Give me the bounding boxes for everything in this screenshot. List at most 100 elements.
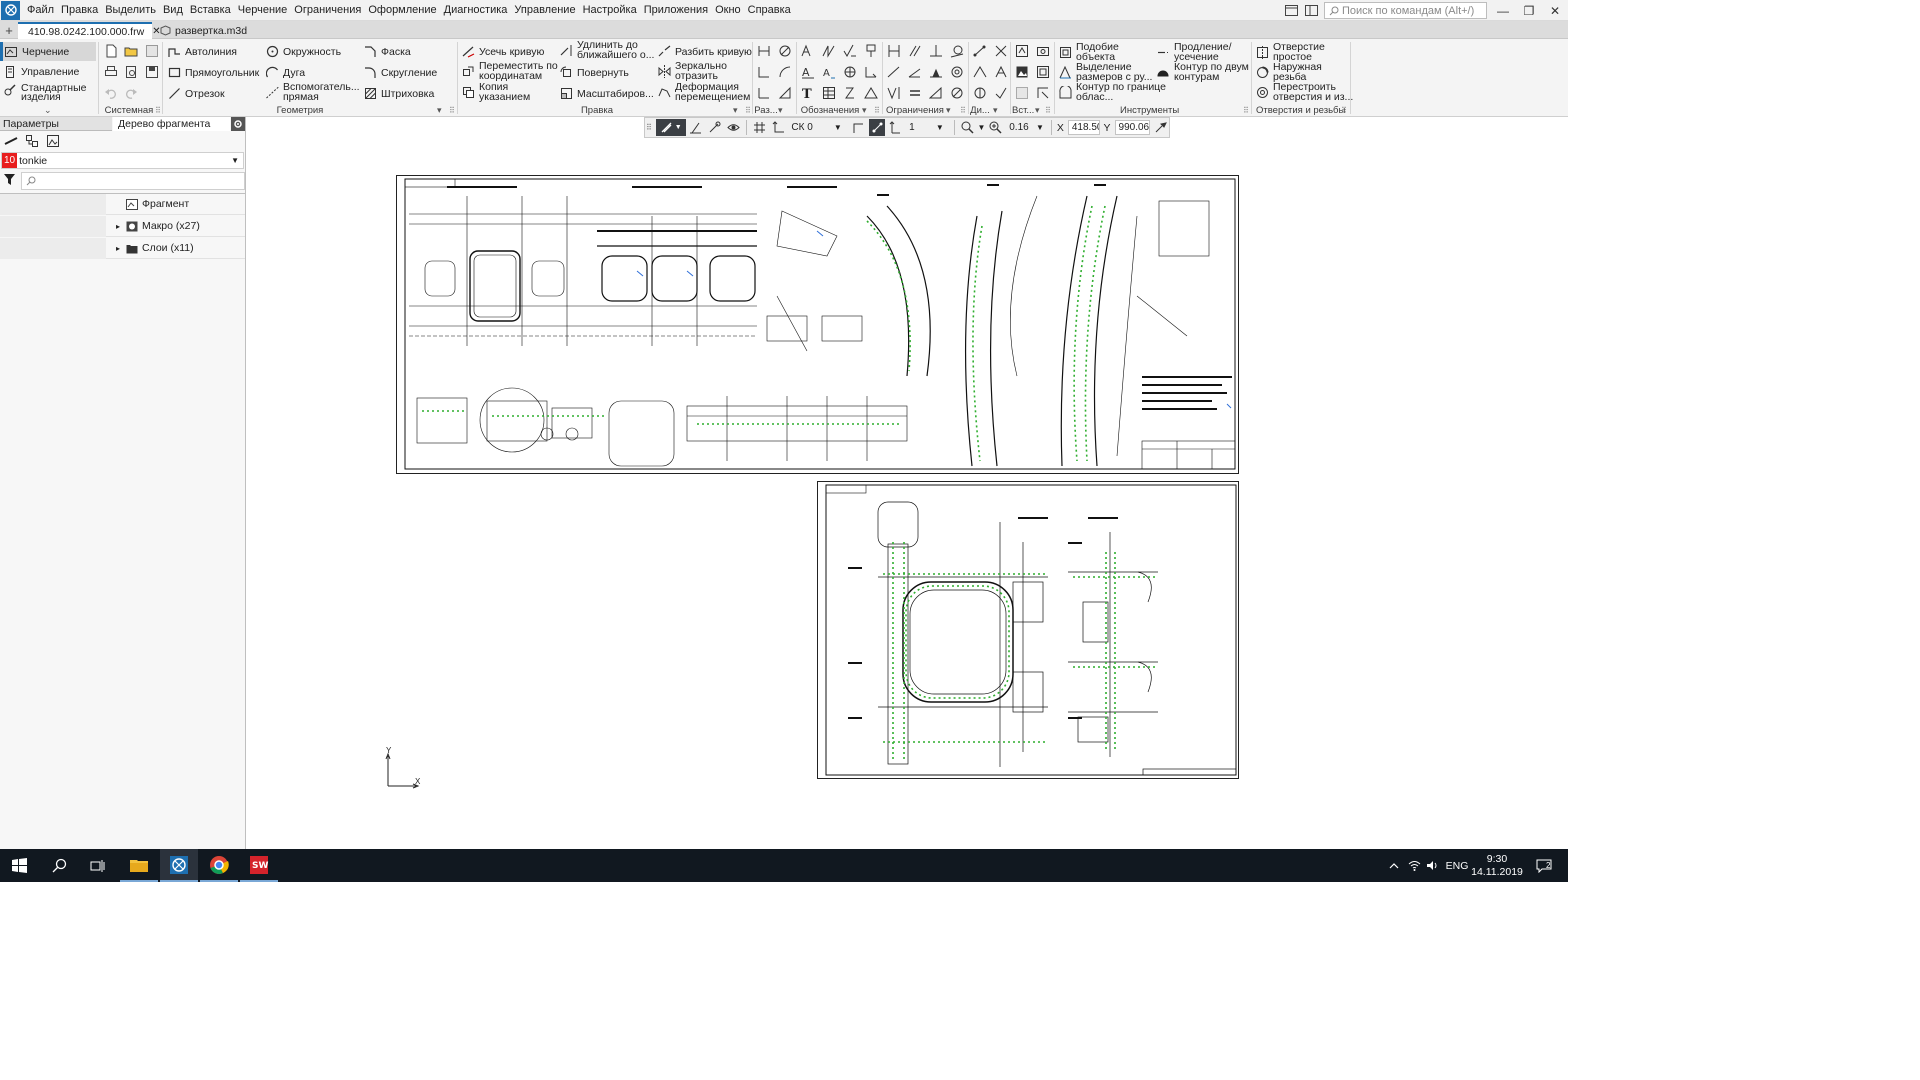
new-tab-plus-icon[interactable]: +: [2, 23, 16, 38]
layout-split-icon[interactable]: [1298, 0, 1324, 21]
tree-row[interactable]: Фрагмент: [0, 193, 245, 215]
command-search-input[interactable]: Поиск по командам (Alt+/): [1324, 2, 1487, 19]
zoom-field[interactable]: 0.16: [1006, 120, 1034, 135]
group-expand-icon[interactable]: ▾: [1035, 105, 1040, 116]
zoom-icon[interactable]: [987, 119, 1004, 136]
notifications-icon[interactable]: 2: [1532, 849, 1556, 882]
group-expand-icon[interactable]: ▾: [437, 105, 442, 116]
tree-preview-icon[interactable]: [45, 133, 60, 148]
mirror-button[interactable]: Зеркально отразить: [658, 61, 731, 81]
mode-drawing[interactable]: Черчение: [0, 42, 96, 61]
arc-button[interactable]: Дуга: [266, 66, 305, 79]
concentric-icon[interactable]: [949, 64, 964, 79]
copy-button[interactable]: Копия указанием: [462, 82, 549, 102]
group-grip-icon[interactable]: ⠿: [874, 106, 880, 115]
menu-applications[interactable]: Приложения: [643, 0, 714, 21]
ortho-icon[interactable]: [688, 119, 705, 136]
chevron-down-icon[interactable]: ▼: [1036, 123, 1044, 132]
snap-mode-icon[interactable]: ▼: [655, 119, 686, 136]
section-icon[interactable]: [842, 64, 857, 79]
coordinate-system-icon[interactable]: [770, 119, 787, 136]
group-expand-icon[interactable]: ▾: [993, 105, 998, 116]
group-grip-icon[interactable]: ⠿: [1341, 106, 1347, 115]
menu-edit[interactable]: Правка: [60, 0, 104, 21]
clock[interactable]: 9:30 14.11.2019: [1471, 849, 1523, 882]
explorer-folder-icon[interactable]: [120, 849, 158, 882]
windows-start-icon[interactable]: [0, 849, 38, 882]
y-coordinate-field[interactable]: 990.06: [1114, 120, 1151, 135]
menu-constraints[interactable]: Ограничения: [293, 0, 367, 21]
group-expand-icon[interactable]: ▾: [862, 105, 867, 116]
contour-two-button[interactable]: Контур по двум контурам: [1157, 62, 1254, 82]
move-coords-button[interactable]: Переместить по координатам: [462, 61, 569, 81]
table-icon[interactable]: [821, 85, 836, 100]
segment-button[interactable]: Отрезок: [168, 87, 225, 100]
show-hide-eye-icon[interactable]: [725, 119, 742, 136]
rebuild-holes-button[interactable]: Перестроить отверстия и из...: [1256, 82, 1357, 102]
hatch-button[interactable]: Штриховка: [364, 87, 434, 100]
print-icon[interactable]: [103, 64, 118, 79]
height-dim-icon[interactable]: [777, 85, 792, 100]
language-indicator[interactable]: ENG: [1445, 849, 1469, 882]
angle-constraint-icon[interactable]: [907, 64, 922, 79]
zoom-window-icon[interactable]: [959, 119, 976, 136]
menu-design[interactable]: Оформление: [367, 0, 442, 21]
insert-object-icon[interactable]: [1035, 64, 1050, 79]
text-a-underline-icon[interactable]: A: [821, 64, 836, 79]
tab-fragment-tree[interactable]: Дерево фрагмента: [113, 117, 230, 131]
group-grip-icon[interactable]: ⠿: [449, 106, 455, 115]
contour-boundary-button[interactable]: Контур по границе облас...: [1059, 82, 1168, 102]
kompas-logo-icon[interactable]: [1, 0, 20, 20]
step-icon[interactable]: [887, 119, 904, 136]
linear-dim-icon[interactable]: [756, 43, 771, 58]
measure-distance-icon[interactable]: [972, 43, 987, 58]
deform-button[interactable]: Деформация перемещением: [658, 82, 757, 102]
fix-point-icon[interactable]: [886, 43, 901, 58]
menu-select[interactable]: Выделить: [104, 0, 162, 21]
open-folder-icon[interactable]: [123, 43, 138, 58]
arc-dim-icon[interactable]: [777, 64, 792, 79]
insert-link-icon[interactable]: [1014, 85, 1029, 100]
solidworks-icon[interactable]: SW: [240, 849, 278, 882]
search-icon[interactable]: [40, 849, 78, 882]
close-icon[interactable]: ✕: [1542, 0, 1568, 21]
tree-search-input[interactable]: [21, 172, 245, 190]
rotate-button[interactable]: Повернуть: [560, 66, 629, 79]
expand-modes-icon[interactable]: ⌄: [44, 105, 52, 116]
menu-window[interactable]: Окно: [714, 0, 747, 21]
fix-icon[interactable]: [928, 64, 943, 79]
select-dims-button[interactable]: Выделение размеров с ру...: [1059, 62, 1168, 82]
tab-frw[interactable]: 410.98.0242.100.000.frw ✕: [18, 22, 161, 39]
mode-standard-parts[interactable]: Стандартные изделия: [0, 82, 96, 106]
tree-row[interactable]: ▸ Слои (x11): [0, 237, 245, 259]
symmetry-icon[interactable]: [886, 85, 901, 100]
group-grip-icon[interactable]: ⠿: [1045, 106, 1051, 115]
weld-icon[interactable]: [842, 85, 857, 100]
redo-icon[interactable]: [123, 85, 138, 100]
mode-management[interactable]: Управление: [0, 62, 96, 81]
leader-icon[interactable]: [800, 43, 815, 58]
mass-props-icon[interactable]: [972, 85, 987, 100]
preview-icon[interactable]: [123, 64, 138, 79]
network-icon[interactable]: [1406, 849, 1422, 882]
menu-file[interactable]: Файл: [26, 0, 60, 21]
menu-diagnostics[interactable]: Диагностика: [443, 0, 514, 21]
mark-icon[interactable]: [863, 85, 878, 100]
radial-dim-icon[interactable]: [756, 64, 771, 79]
check-icon[interactable]: [993, 85, 1008, 100]
split-curve-button[interactable]: Разбить кривую: [658, 45, 752, 58]
drawing-sheet-main[interactable]: [396, 175, 1239, 474]
trim-curve-button[interactable]: Усечь кривую: [462, 45, 544, 58]
simple-hole-button[interactable]: Отверстие простое: [1256, 42, 1343, 62]
volume-icon[interactable]: [1424, 849, 1440, 882]
group-grip-icon[interactable]: ⠿: [960, 106, 966, 115]
insert-fragment-icon[interactable]: [1035, 43, 1050, 58]
cs-select[interactable]: СК 0: [788, 120, 831, 135]
chevron-down-icon[interactable]: ▼: [978, 123, 986, 132]
rectangle-button[interactable]: Прямоугольник: [168, 66, 259, 79]
tolerance-icon[interactable]: [821, 43, 836, 58]
panel-settings-gear-icon[interactable]: [231, 117, 245, 131]
group-grip-icon[interactable]: ⠿: [745, 106, 751, 115]
horizontal-icon[interactable]: [886, 64, 901, 79]
tray-expand-icon[interactable]: [1384, 849, 1404, 882]
